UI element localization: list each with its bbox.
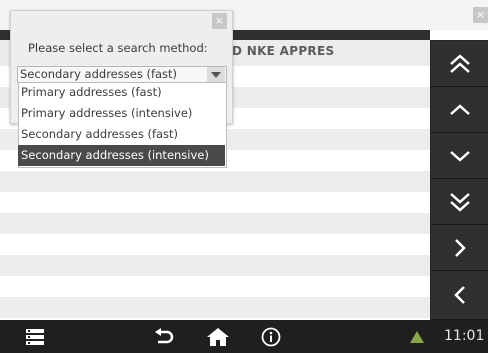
- back-icon: [155, 327, 174, 343]
- page-up-button[interactable]: [431, 87, 488, 133]
- option-secondary-intensive[interactable]: Secondary addresses (intensive): [18, 145, 225, 166]
- select-dropdown-button[interactable]: [207, 67, 225, 82]
- table-row[interactable]: [0, 192, 430, 213]
- dialog-prompt: Please select a search method:: [28, 41, 208, 55]
- select-value: Secondary addresses (fast): [20, 67, 178, 81]
- info-button[interactable]: [257, 320, 285, 353]
- home-button[interactable]: [203, 320, 233, 353]
- table-row[interactable]: [0, 276, 430, 297]
- chevron-left-icon: [453, 286, 465, 304]
- window-close-button[interactable]: ×: [473, 7, 488, 23]
- double-chevron-down-icon: [449, 192, 470, 212]
- table-row[interactable]: [0, 171, 430, 192]
- info-icon: [261, 327, 281, 346]
- chevron-up-icon: [449, 103, 470, 115]
- option-primary-fast[interactable]: Primary addresses (fast): [18, 82, 225, 103]
- table-row[interactable]: [0, 255, 430, 276]
- chevron-down-icon: [449, 150, 470, 162]
- page-down-button[interactable]: [431, 133, 488, 179]
- warning-icon: [410, 330, 424, 343]
- page-last-button[interactable]: [431, 179, 488, 225]
- option-secondary-fast[interactable]: Secondary addresses (fast): [18, 124, 225, 145]
- menu-button[interactable]: [22, 320, 48, 353]
- home-icon: [207, 327, 229, 346]
- table-row[interactable]: [0, 213, 430, 234]
- clock: 11:01: [444, 328, 485, 344]
- page-first-button[interactable]: [431, 41, 488, 87]
- menu-icon: [26, 328, 44, 345]
- table-row[interactable]: [0, 297, 430, 318]
- option-primary-intensive[interactable]: Primary addresses (intensive): [18, 103, 225, 124]
- warning-indicator[interactable]: [406, 320, 428, 353]
- previous-button[interactable]: [431, 271, 488, 320]
- triangle-down-icon: [211, 71, 221, 78]
- next-button[interactable]: [431, 225, 488, 271]
- double-chevron-up-icon: [449, 53, 470, 73]
- table-row[interactable]: [0, 234, 430, 255]
- dialog-close-button[interactable]: ×: [212, 13, 227, 29]
- chevron-right-icon: [454, 238, 466, 257]
- table-header-text: D NKE APPRES: [232, 44, 335, 58]
- back-button[interactable]: [150, 320, 178, 353]
